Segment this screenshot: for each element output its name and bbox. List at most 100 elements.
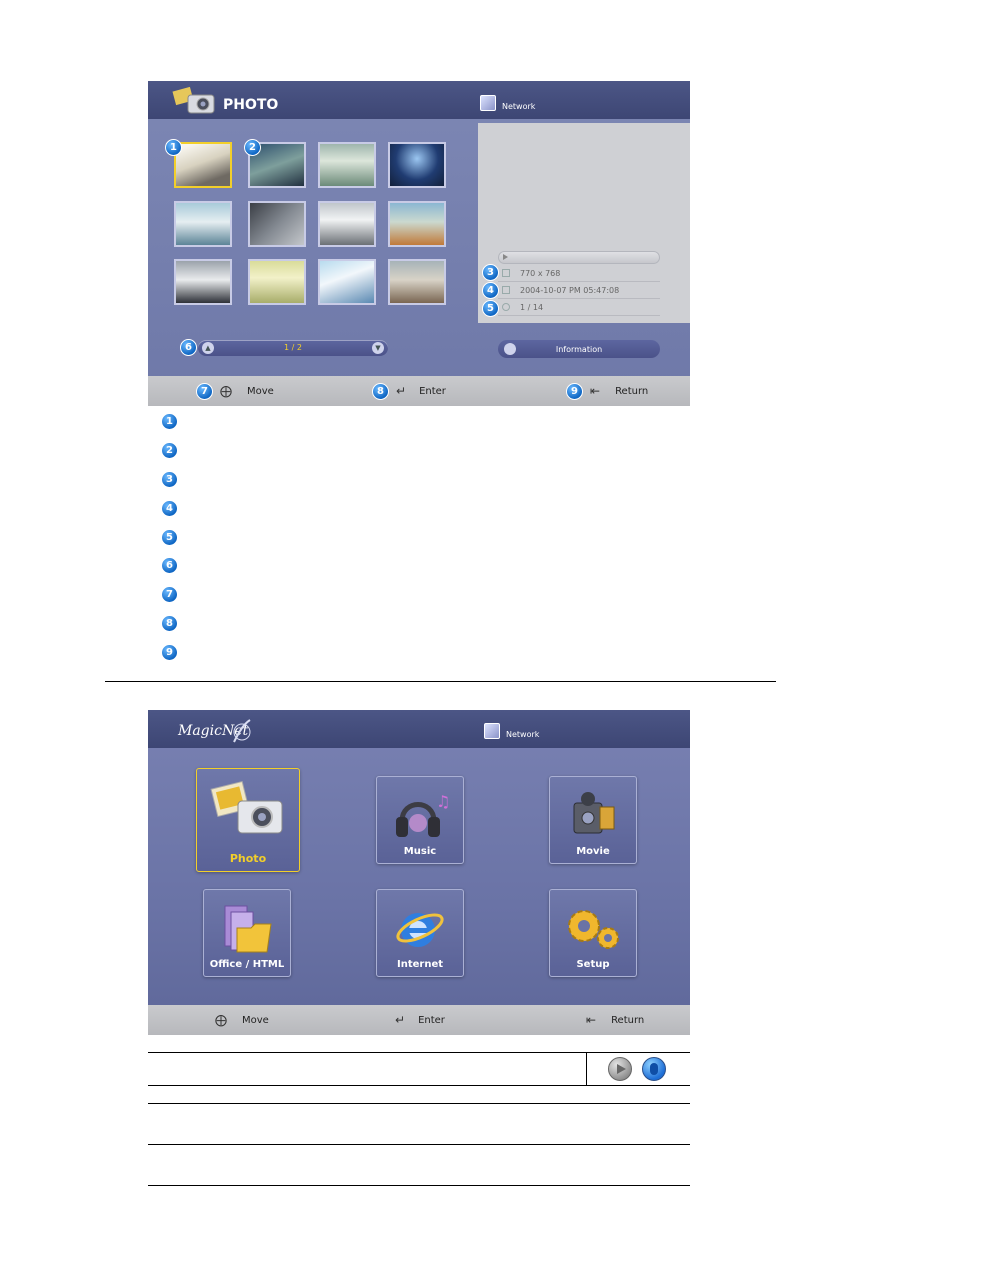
thumbnail[interactable] xyxy=(318,201,376,247)
headphones-icon: ♫ xyxy=(396,792,450,837)
info-resolution: 770 x 768 xyxy=(520,268,561,278)
menu-tile-setup[interactable]: Setup xyxy=(549,889,637,977)
photo-screen: PHOTO Network 1 2 770 x 768 2004-10-07 P… xyxy=(148,81,690,406)
thumbnail[interactable] xyxy=(174,259,232,305)
svg-text:♫: ♫ xyxy=(436,792,450,811)
move-label: Move xyxy=(247,385,274,397)
network-label: Network xyxy=(502,101,536,111)
callout-badge: 6 xyxy=(180,339,197,356)
information-button[interactable]: Information xyxy=(498,340,660,358)
callout-badge: 8 xyxy=(372,382,389,400)
gears-icon xyxy=(568,910,619,949)
table-rule xyxy=(148,1085,690,1086)
enter-icon: ↵ xyxy=(396,384,407,398)
menu-tile-movie[interactable]: Movie xyxy=(549,776,637,864)
section-divider xyxy=(105,681,776,682)
move-hint: ⨁ Move xyxy=(215,1013,269,1027)
photo-header: PHOTO Network xyxy=(148,81,690,119)
legend-badge: 5 xyxy=(161,529,178,546)
legend-badge: 8 xyxy=(161,615,178,632)
legend-badge: 9 xyxy=(161,644,178,661)
thumbnail[interactable] xyxy=(174,201,232,247)
page-navigator[interactable]: ▲ 1 / 2 ▼ xyxy=(198,340,388,356)
callout-badge: 9 xyxy=(566,382,583,400)
return-icon: ⇤ xyxy=(586,1013,597,1027)
callout-badge: 2 xyxy=(244,139,261,156)
menu-tile-music[interactable]: ♫ Music xyxy=(376,776,464,864)
network-icon xyxy=(484,722,500,739)
thumbnail[interactable] xyxy=(388,259,446,305)
info-resolution-row: 770 x 768 xyxy=(498,265,660,282)
callout-badge: 7 xyxy=(196,382,213,400)
thumbnail[interactable] xyxy=(388,201,446,247)
move-hint: 7 ⨁ Move xyxy=(196,382,274,400)
enter-label: Enter xyxy=(418,1014,445,1026)
information-button-label: Information xyxy=(555,344,603,354)
thumbnail[interactable] xyxy=(318,142,376,188)
page-indicator: 1 / 2 xyxy=(284,343,302,352)
camera-icon xyxy=(210,780,283,834)
thumbnail[interactable] xyxy=(388,142,446,188)
logo-swoosh-icon xyxy=(233,719,251,743)
thumbnail[interactable] xyxy=(248,259,306,305)
main-header: MagicNet Network xyxy=(148,710,690,748)
callout-badge: 1 xyxy=(165,139,182,156)
menu-tile-office-html[interactable]: Office / HTML xyxy=(203,889,291,977)
legend-badge: 3 xyxy=(161,471,178,488)
table-rule xyxy=(148,1185,690,1186)
legend-badge: 7 xyxy=(161,586,178,603)
return-icon: ⇤ xyxy=(590,384,601,398)
return-hint: ⇤ Return xyxy=(586,1013,644,1027)
info-icon xyxy=(504,343,516,355)
play-icon xyxy=(503,254,508,260)
legend-badge: 2 xyxy=(161,442,178,459)
network-indicator[interactable]: Network xyxy=(484,722,539,739)
resolution-icon xyxy=(502,269,510,277)
network-icon xyxy=(480,95,496,111)
return-label: Return xyxy=(615,385,649,397)
table-rule xyxy=(148,1103,690,1104)
menu-tile-internet[interactable]: Internet xyxy=(376,889,464,977)
thumbnail[interactable] xyxy=(174,142,232,188)
legend-badge: 6 xyxy=(161,557,178,574)
move-icon: ⨁ xyxy=(215,1013,227,1027)
legend-badge: 1 xyxy=(161,413,178,430)
thumbnail[interactable] xyxy=(248,201,306,247)
slideshow-progress[interactable] xyxy=(498,251,660,264)
enter-hint: ↵ Enter xyxy=(395,1013,445,1027)
info-index: 1 / 14 xyxy=(520,302,544,312)
table-column-divider xyxy=(586,1052,587,1085)
enter-hint: 8 ↵ Enter xyxy=(372,382,446,400)
menu-tile-label: Setup xyxy=(576,959,610,970)
calendar-icon xyxy=(502,286,510,294)
move-icon: ⨁ xyxy=(220,384,232,398)
play-button-icon[interactable] xyxy=(608,1057,632,1081)
menu-tile-photo[interactable]: Photo xyxy=(196,768,300,872)
return-label: Return xyxy=(611,1014,645,1026)
table-rule xyxy=(148,1052,690,1053)
thumbnail[interactable] xyxy=(318,259,376,305)
menu-tile-label: Movie xyxy=(576,846,610,857)
callout-badge: 5 xyxy=(482,300,499,317)
blue-button-inner-icon xyxy=(650,1063,658,1075)
return-hint: 9 ⇤ Return xyxy=(566,382,649,400)
play-triangle-icon xyxy=(617,1064,626,1074)
page-down-icon[interactable]: ▼ xyxy=(372,342,384,354)
enter-label: Enter xyxy=(419,385,446,397)
callout-badge: 4 xyxy=(482,282,499,299)
photo-bottom-bar: 7 ⨁ Move 8 ↵ Enter 9 ⇤ Return xyxy=(148,376,690,406)
info-date: 2004-10-07 PM 05:47:08 xyxy=(520,285,620,295)
blue-button-icon[interactable] xyxy=(642,1057,666,1081)
menu-tile-label: Office / HTML xyxy=(209,959,285,970)
menu-tile-label: Music xyxy=(403,846,437,857)
network-label: Network xyxy=(506,730,540,739)
main-bottom-bar: ⨁ Move ↵ Enter ⇤ Return xyxy=(148,1005,690,1035)
network-indicator[interactable]: Network xyxy=(480,95,535,111)
menu-tile-label: Internet xyxy=(396,959,443,970)
legend-badge: 4 xyxy=(161,500,178,517)
enter-icon: ↵ xyxy=(395,1013,406,1027)
internet-explorer-icon xyxy=(396,913,444,947)
camcorder-icon xyxy=(573,792,615,834)
page-title: PHOTO xyxy=(223,97,279,113)
table-rule xyxy=(148,1144,690,1145)
